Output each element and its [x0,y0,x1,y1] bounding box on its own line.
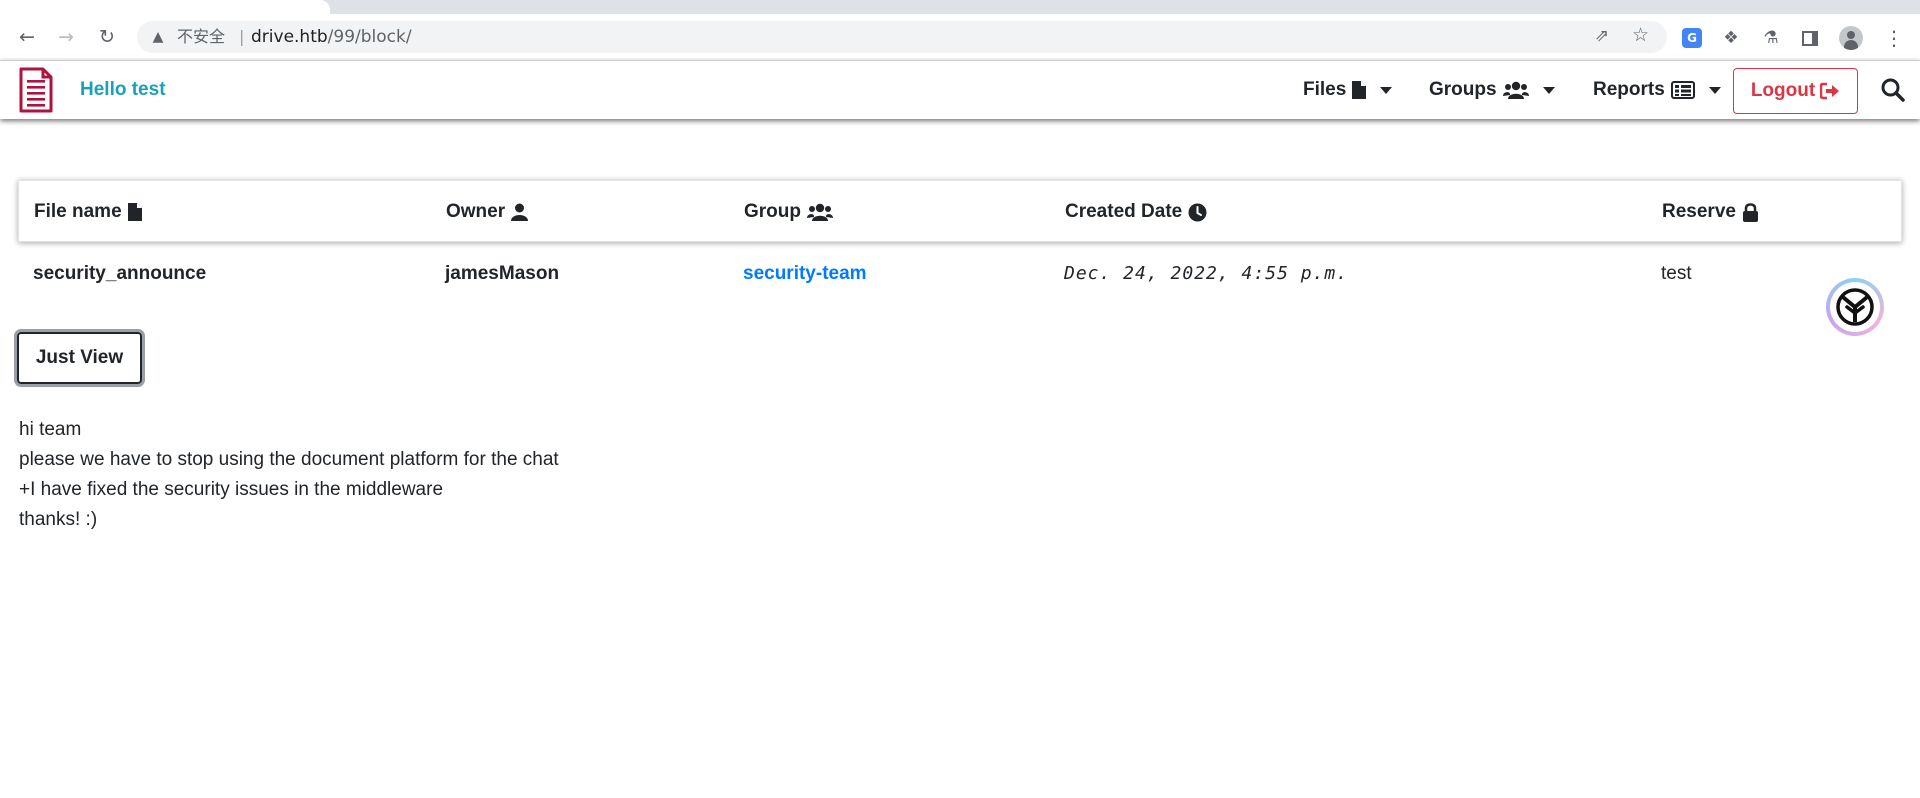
ai-logo-icon [1836,288,1874,326]
header-label: File name [34,201,122,222]
search-icon[interactable] [1880,77,1906,103]
warning-icon[interactable]: ▲ [149,28,167,46]
users-icon [1502,81,1529,99]
header-group: Group [744,201,833,223]
just-view-button[interactable]: Just View [14,329,145,387]
reports-dropdown[interactable]: Reports [1593,79,1721,101]
header-owner: Owner [446,201,529,223]
file-icon [1352,81,1367,99]
sign-out-icon [1820,82,1840,100]
header-label: Group [744,201,801,222]
document-logo-icon[interactable] [18,67,54,113]
header-created-date: Created Date [1065,201,1207,223]
lock-icon [1742,202,1758,222]
chevron-down-icon [1542,86,1555,94]
side-panel-glyph [1802,30,1818,46]
flask-icon[interactable]: ⚗ [1759,26,1783,50]
star-icon[interactable]: ☆ [1632,24,1649,46]
chevron-down-icon [1380,86,1393,94]
avatar [1839,26,1863,50]
files-dropdown[interactable]: Files [1303,79,1393,101]
table-header: File name Owner Group Created Date Reser… [18,180,1902,242]
clock-icon [1188,203,1207,221]
cell-reserve: test [1661,263,1692,284]
security-label[interactable]: 不安全 [177,28,225,46]
header-file-name: File name [34,201,142,223]
user-icon [511,203,529,221]
message-line: hi team [19,419,82,440]
logout-button[interactable]: Logout [1733,68,1858,114]
reload-icon[interactable]: ↻ [92,22,122,52]
tab-strip [0,0,1920,14]
reports-label: Reports [1593,79,1665,100]
message-line: +I have fixed the security issues in the… [19,479,444,500]
users-icon [807,203,833,221]
forward-icon[interactable]: → [51,22,81,52]
header-label: Owner [446,201,506,222]
kebab-menu-icon[interactable]: ⋮ [1882,26,1906,50]
profile-icon[interactable] [1839,26,1863,50]
translate-icon[interactable]: G [1680,26,1704,50]
cell-created-date: Dec. 24, 2022, 4:55 p.m. [1064,263,1349,284]
address-bar[interactable]: ▲ 不安全 | drive.htb/99/block/ ⇗ ☆ [137,21,1667,53]
translate-badge: G [1682,28,1702,48]
logout-label: Logout [1750,80,1816,101]
header-label: Created Date [1065,201,1183,222]
file-icon [127,203,142,221]
chevron-down-icon [1708,86,1721,94]
browser-toolbar: ← → ↻ ▲ 不安全 | drive.htb/99/block/ ⇗ ☆ G … [0,14,1920,60]
separator: | [239,27,245,46]
puzzle-icon[interactable]: ❖ [1719,26,1743,50]
files-label: Files [1303,79,1347,100]
groups-dropdown[interactable]: Groups [1429,79,1555,101]
url-path: /99/block/ [327,27,412,47]
url-text[interactable]: drive.htb/99/block/ [251,28,412,46]
message-line: thanks! :) [19,509,98,530]
side-panel-icon[interactable] [1798,26,1822,50]
cell-file-name: security_announce [33,263,207,284]
share-icon[interactable]: ⇗ [1595,26,1609,46]
report-icon [1670,81,1695,99]
back-icon[interactable]: ← [12,22,42,52]
site-navbar: Hello test Files Groups Reports Logout [0,60,1920,119]
header-label: Reserve [1662,201,1736,222]
hello-user-link[interactable]: Hello test [80,79,166,101]
url-host: drive.htb [251,27,328,47]
assistant-widget-icon[interactable] [1826,278,1884,336]
groups-label: Groups [1429,79,1497,100]
message-line: please we have to stop using the documen… [19,449,559,470]
table-row: security_announce jamesMason security-te… [18,258,1902,294]
message-body: hi team please we have to stop using the… [19,415,559,535]
assistant-widget-face [1830,282,1880,332]
header-reserve: Reserve [1662,201,1759,223]
group-link[interactable]: security-team [743,263,867,285]
cell-owner: jamesMason [445,263,560,284]
active-tab[interactable] [0,0,330,14]
